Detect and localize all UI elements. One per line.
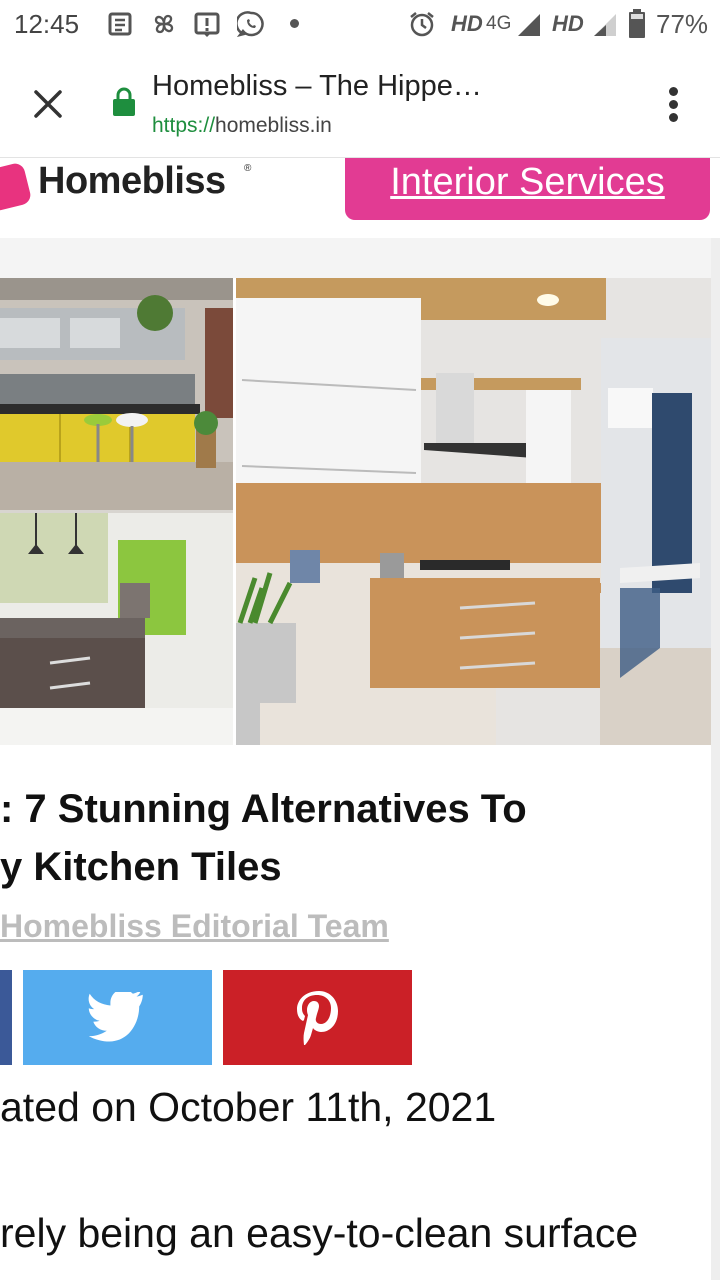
article-hero-image <box>0 278 711 745</box>
pinterest-share-button[interactable] <box>223 970 412 1065</box>
logo-mark-icon <box>0 161 33 213</box>
overflow-menu-icon[interactable] <box>664 84 684 124</box>
lock-icon <box>113 87 135 116</box>
hd-indicator: HD <box>451 11 483 36</box>
url-scheme: https:// <box>152 114 216 137</box>
close-icon[interactable] <box>28 84 68 124</box>
url-host: homebliss.in <box>215 114 332 137</box>
status-bar: 12:45 HD 4G HD 77% <box>0 0 720 50</box>
hd-indicator-2: HD <box>552 11 584 36</box>
news-icon <box>108 12 132 36</box>
pinwheel-icon <box>154 14 174 34</box>
status-time: 12:45 <box>14 9 80 39</box>
article-title-line-1: : 7 Stunning Alternatives To <box>0 787 527 831</box>
page-title: Homebliss – The Hippe… <box>152 70 482 102</box>
network-type: 4G <box>486 13 512 34</box>
twitter-share-button[interactable] <box>23 970 212 1065</box>
site-logo[interactable]: Homebliss <box>38 160 226 203</box>
page-url[interactable]: https://homebliss.in <box>152 114 332 138</box>
alert-icon <box>194 12 220 37</box>
registered-mark: ® <box>244 163 252 174</box>
notification-dot <box>290 19 299 28</box>
whatsapp-icon <box>237 11 264 38</box>
facebook-share-button[interactable] <box>0 970 12 1065</box>
article-title: : 7 Stunning Alternatives To y Kitchen T… <box>0 780 700 896</box>
battery-icon <box>629 9 645 38</box>
updated-date: ated on October 11th, 2021 <box>0 1084 497 1130</box>
pinterest-icon <box>296 990 338 1045</box>
page-scrollbar[interactable] <box>711 238 720 1280</box>
article-body: rely being an easy-to-clean surface <box>0 1210 639 1256</box>
twitter-icon <box>88 991 143 1042</box>
signal-icon-weak <box>594 14 616 36</box>
header-divider <box>0 238 720 278</box>
browser-toolbar: Homebliss – The Hippe… https://homebliss… <box>0 50 720 158</box>
kitchen-collage-image <box>0 278 711 745</box>
battery-percent: 77% <box>656 9 709 39</box>
author-link[interactable]: Homebliss Editorial Team <box>0 908 389 945</box>
alarm-icon <box>410 12 434 37</box>
signal-icon <box>518 14 540 36</box>
article-title-line-2: y Kitchen Tiles <box>0 845 282 889</box>
site-header: Homebliss ® Interior Services <box>0 158 720 238</box>
interior-services-button[interactable]: Interior Services <box>345 158 710 220</box>
